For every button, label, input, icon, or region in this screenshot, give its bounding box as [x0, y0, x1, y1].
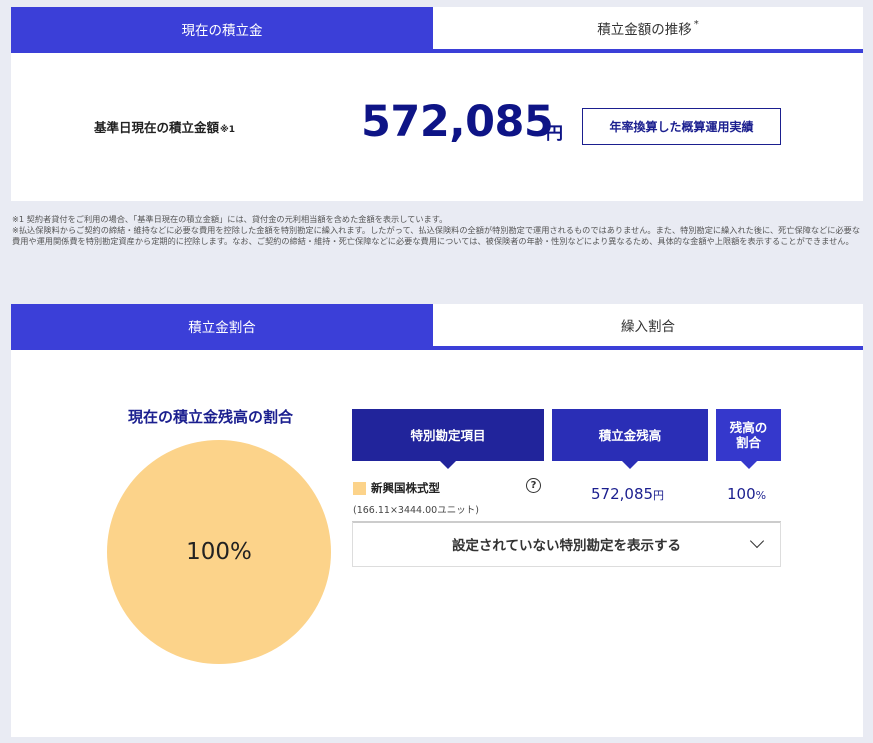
expand-label: 設定されていない特別勘定を表示する	[451, 538, 682, 554]
allocation-panel: 現在の積立金残高の割合 100% 特別勘定項目 積立金残高 残高の 割合 新興国…	[11, 350, 863, 737]
tab-label: 積立金割合	[188, 319, 256, 336]
footnote-1: ※1 契約者貸付をご利用の場合、「基準日現在の積立金額」には、貸付金の元利相当額…	[12, 214, 448, 224]
header-balance: 積立金残高	[552, 409, 708, 469]
balance-panel: 基準日現在の積立金額※1 572,085 円 年率換算した概算運用実績	[11, 53, 863, 201]
chevron-down-icon	[749, 533, 765, 549]
help-circle-icon[interactable]: ?	[526, 478, 541, 493]
allocation-pie-chart: 100%	[107, 440, 331, 664]
asterisk-mark: *	[693, 18, 699, 30]
tab-label: 現在の積立金	[181, 22, 263, 39]
tab-balance-ratio[interactable]: 積立金割合	[11, 304, 433, 347]
pie-label: 100%	[186, 539, 252, 565]
fund-color-swatch	[353, 482, 366, 495]
allocation-tab-bar: 積立金割合 繰入割合	[11, 304, 863, 350]
balance-unit: 円	[546, 124, 563, 144]
annualized-performance-button[interactable]: 年率換算した概算運用実績	[582, 108, 781, 145]
top-tab-bar: 現在の積立金 積立金額の推移 *	[11, 7, 863, 53]
header-fund-item: 特別勘定項目	[352, 409, 544, 469]
footnote-2: ※払込保険料からご契約の締結・維持などに必要な費用を控除した金額を特別勘定に繰入…	[12, 225, 861, 246]
fund-name: 新興国株式型	[371, 481, 440, 495]
tab-transfer-ratio[interactable]: 繰入割合	[433, 304, 863, 346]
footnote-mark: ※1	[220, 125, 236, 135]
fund-units: (166.11×3444.00ユニット)	[353, 505, 479, 516]
header-ratio: 残高の 割合	[716, 409, 781, 469]
allocation-title: 現在の積立金残高の割合	[128, 408, 294, 426]
tab-balance-history[interactable]: 積立金額の推移 *	[433, 7, 863, 49]
fund-amount: 572,085円	[591, 485, 665, 503]
tab-current-balance[interactable]: 現在の積立金	[11, 7, 433, 50]
balance-amount: 572,085	[361, 97, 554, 147]
fund-ratio: 100%	[727, 485, 767, 503]
show-unset-funds-toggle[interactable]: 設定されていない特別勘定を表示する	[352, 522, 781, 567]
footnotes: ※1 契約者貸付をご利用の場合、「基準日現在の積立金額」には、貸付金の元利相当額…	[12, 214, 864, 247]
tab-label: 積立金額の推移	[597, 22, 692, 38]
balance-label: 基準日現在の積立金額※1	[94, 120, 236, 135]
tab-label: 繰入割合	[621, 319, 675, 335]
